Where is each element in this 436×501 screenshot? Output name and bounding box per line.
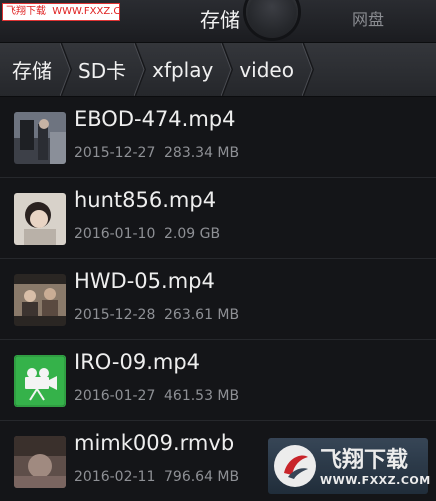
breadcrumb-item-xfplay[interactable]: xfplay xyxy=(140,43,234,96)
file-row[interactable]: HWD-05.mp4 2015-12-28 263.61 MB xyxy=(0,259,436,340)
file-date: 2015-12-28 xyxy=(74,307,156,323)
file-date: 2016-01-27 xyxy=(74,388,156,404)
file-name: hunt856.mp4 xyxy=(74,188,217,212)
top-tab-bar: 飞翔下载 WWW.FXXZ.COM 存储 网盘 xyxy=(0,0,436,43)
breadcrumb-label: xfplay xyxy=(152,57,214,82)
breadcrumb-item-sdcard[interactable]: SD卡 xyxy=(66,43,147,96)
file-date: 2016-01-10 xyxy=(74,226,156,242)
file-size: 796.64 MB xyxy=(164,469,240,485)
tab-storage[interactable]: 存储 xyxy=(200,4,240,33)
breadcrumb-separator-icon xyxy=(301,43,314,96)
file-row[interactable]: IRO-09.mp4 2016-01-27 461.53 MB xyxy=(0,340,436,421)
video-thumbnail xyxy=(14,193,66,245)
video-thumbnail-image xyxy=(14,193,66,245)
breadcrumb-label: video xyxy=(239,57,294,82)
file-name: HWD-05.mp4 xyxy=(74,269,215,293)
file-size: 461.53 MB xyxy=(164,388,240,404)
watermark-logo-url: WWW.FXXZ.COM xyxy=(320,474,431,487)
file-date: 2015-12-27 xyxy=(74,145,156,161)
watermark-url: WWW.FXXZ.COM xyxy=(52,6,120,17)
video-camera-icon xyxy=(14,355,66,407)
video-thumbnail xyxy=(14,274,66,326)
file-name: IRO-09.mp4 xyxy=(74,350,201,374)
file-row[interactable]: hunt856.mp4 2016-01-10 2.09 GB xyxy=(0,178,436,259)
file-name: mimk009.rmvb xyxy=(74,431,235,455)
video-thumbnail-image xyxy=(14,112,66,164)
watermark-logo-name: 飞翔下载 xyxy=(320,448,409,473)
watermark-logo-icon xyxy=(274,445,316,487)
watermark-badge: 飞翔下载 WWW.FXXZ.COM xyxy=(2,3,120,21)
video-thumbnail-image xyxy=(14,436,66,488)
breadcrumb-item-storage[interactable]: 存储 xyxy=(0,43,72,96)
video-thumbnail xyxy=(14,436,66,488)
file-size: 2.09 GB xyxy=(164,226,221,242)
tab-network-disk[interactable]: 网盘 xyxy=(352,6,384,30)
file-name: EBOD-474.mp4 xyxy=(74,107,236,131)
file-size: 283.34 MB xyxy=(164,145,240,161)
watermark-site-name: 飞翔下载 xyxy=(6,6,46,17)
video-thumbnail xyxy=(14,355,66,407)
tab-indicator-knob xyxy=(246,0,298,38)
breadcrumb-label: 存储 xyxy=(12,59,52,83)
watermark-logo: 飞翔下载 WWW.FXXZ.COM xyxy=(268,438,431,494)
breadcrumb: 存储 SD卡 xfplay video xyxy=(0,43,436,97)
file-date: 2016-02-11 xyxy=(74,469,156,485)
breadcrumb-label: SD卡 xyxy=(78,59,127,83)
video-thumbnail-image xyxy=(14,274,66,326)
video-thumbnail xyxy=(14,112,66,164)
file-row[interactable]: EBOD-474.mp4 2015-12-27 283.34 MB xyxy=(0,97,436,178)
breadcrumb-item-video[interactable]: video xyxy=(227,43,314,96)
file-size: 263.61 MB xyxy=(164,307,240,323)
